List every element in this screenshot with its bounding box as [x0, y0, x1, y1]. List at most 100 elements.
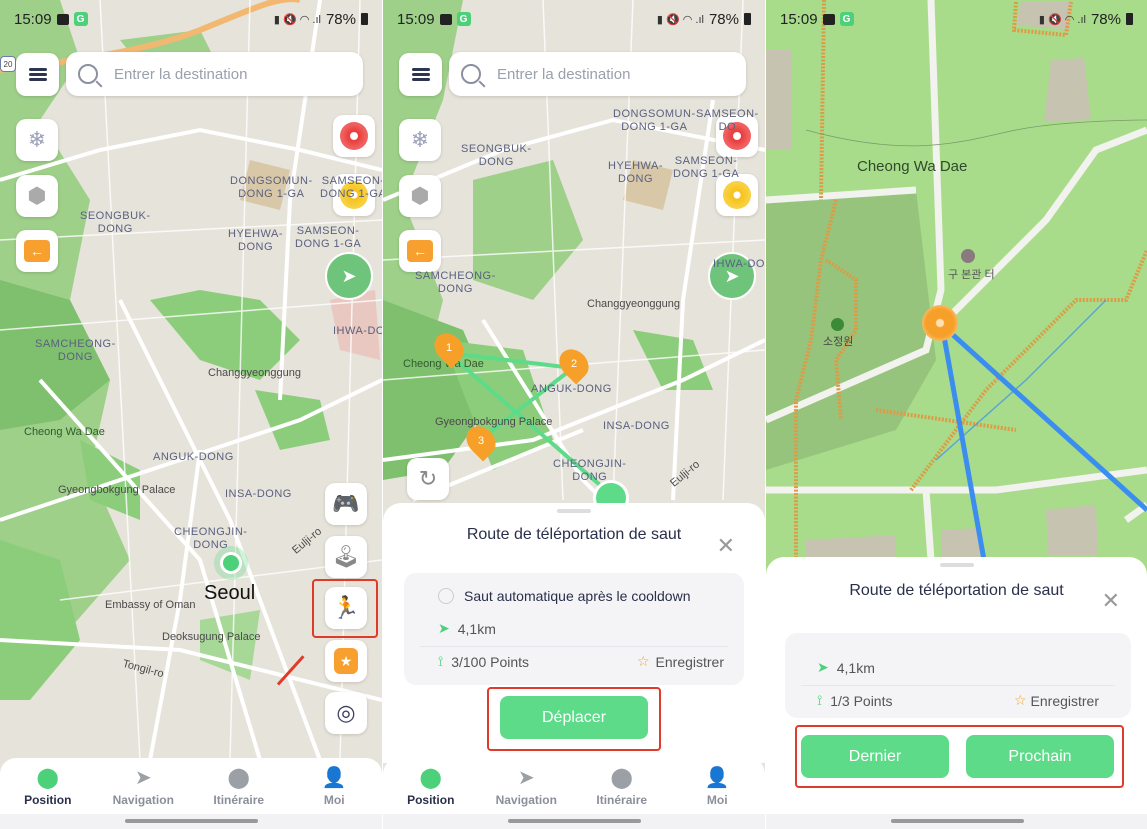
import-gpx-button[interactable]: ←	[399, 230, 441, 272]
tab-moi[interactable]: 👤 Moi	[670, 758, 766, 814]
tab-moi[interactable]: 👤 Moi	[287, 758, 383, 814]
battery-level: 78%	[1090, 10, 1121, 28]
pokeball-red-button[interactable]	[333, 115, 375, 157]
sheet-title: Route de téléportation de saut	[466, 526, 682, 543]
status-bar: 15:09 G ▮ 🔇 ◠ .ıl 78%	[397, 8, 751, 30]
highlight-box	[487, 687, 661, 751]
home-indicator	[383, 814, 765, 829]
tab-position[interactable]: ⬤ Position	[0, 758, 96, 814]
route-info-card: Saut automatique après le cooldown ➤ 4,1k…	[404, 573, 744, 685]
snowflake-icon: ❄	[410, 127, 430, 152]
tab-navigation[interactable]: ➤ Navigation	[479, 758, 575, 814]
current-location-marker	[214, 546, 248, 580]
direction-arrow-icon: ➤	[817, 659, 829, 675]
tab-itineraire[interactable]: ⬤ Itinéraire	[191, 758, 287, 814]
current-location-marker	[922, 305, 958, 341]
system-icons: ▮ 🔇 ◠ .ıl	[273, 13, 321, 26]
map-label: ANGUK-DONG	[531, 383, 612, 395]
destination-search[interactable]: Entrer la destination	[66, 52, 363, 96]
poi-label: Changgyeonggung	[208, 367, 301, 379]
undo-button[interactable]: ↻	[407, 458, 449, 500]
auto-jump-radio[interactable]	[438, 588, 454, 604]
tab-navigation[interactable]: ➤ Navigation	[96, 758, 192, 814]
sheet-handle[interactable]	[939, 563, 974, 567]
star-icon[interactable]: ☆	[1014, 692, 1027, 709]
status-time: 15:09	[14, 10, 52, 28]
route-points: 3/100 Points	[451, 653, 530, 670]
status-time: 15:09	[397, 10, 435, 28]
pokestop-button[interactable]: ⬢	[399, 175, 441, 217]
star-icon[interactable]: ☆	[637, 653, 650, 670]
battery-icon	[1126, 13, 1133, 25]
undo-icon: ↻	[418, 466, 438, 491]
highlight-box	[312, 579, 378, 638]
search-input[interactable]: Entrer la destination	[497, 66, 630, 83]
compass-button[interactable]: ➤	[325, 252, 373, 300]
system-icons: ▮ 🔇 ◠ .ıl	[656, 13, 704, 26]
user-icon: 👤	[704, 766, 730, 789]
tab-label: Navigation	[112, 793, 174, 807]
map-label: INSA-DONG	[603, 420, 670, 432]
auto-jump-option[interactable]: Saut automatique après le cooldown	[404, 588, 744, 604]
location-pin-icon: ⬤	[419, 766, 442, 789]
battery-level: 78%	[325, 10, 356, 28]
locate-me-button[interactable]: ◎	[325, 692, 367, 734]
tab-itineraire[interactable]: ⬤ Itinéraire	[574, 758, 670, 814]
joystick-button[interactable]: 🕹	[325, 536, 367, 578]
tab-label: Moi	[706, 793, 728, 807]
map-label: ANGUK-DONG	[153, 451, 234, 463]
gamepad-button[interactable]: 🎮	[325, 483, 367, 525]
route-points: 1/3 Points	[830, 692, 893, 709]
menu-button[interactable]	[399, 53, 442, 96]
rewards-button[interactable]: ★	[325, 640, 367, 682]
menu-button[interactable]	[16, 53, 59, 96]
home-indicator	[766, 814, 1147, 829]
hamburger-icon	[411, 66, 430, 84]
map-label: IHWA-DO	[333, 325, 382, 337]
search-input[interactable]: Entrer la destination	[114, 66, 247, 83]
map-label: SAMCHEONG- DONG	[35, 338, 116, 363]
poi-label: 소정원	[823, 336, 854, 348]
save-route-button[interactable]: Enregistrer	[1031, 693, 1099, 709]
folder-back-icon: ←	[407, 240, 433, 262]
tab-label: Position	[407, 793, 455, 807]
distance-row: ➤ 4,1km	[404, 620, 744, 637]
close-icon[interactable]: ✕	[717, 533, 735, 559]
divider	[420, 646, 728, 647]
city-label: Seoul	[204, 582, 256, 604]
save-route-button[interactable]: Enregistrer	[656, 654, 724, 670]
pokestop-button[interactable]: ⬢	[16, 175, 58, 217]
route-sheet: Route de téléportation de saut ✕ ➤ 4,1km …	[766, 557, 1147, 814]
search-icon	[461, 64, 481, 84]
import-gpx-button[interactable]: ←	[16, 230, 58, 272]
bottom-tab-bar: ⬤ Position ➤ Navigation ⬤ Itinéraire 👤 Moi	[383, 758, 765, 814]
direction-arrow-icon: ➤	[438, 620, 450, 636]
destination-search[interactable]: Entrer la destination	[449, 52, 746, 96]
battery-icon	[361, 13, 368, 25]
status-time: 15:09	[780, 10, 818, 28]
hamburger-icon	[28, 66, 47, 84]
app-notification-icon: G	[839, 12, 854, 26]
poi-label: Changgyeonggung	[587, 298, 680, 310]
status-bar: 15:09 G ▮ 🔇 ◠ .ıl 78%	[14, 8, 368, 30]
freeze-button[interactable]: ❄	[16, 119, 58, 161]
poi-label: Embassy of Oman	[105, 599, 196, 611]
gamepad-icon: 🎮	[332, 491, 360, 516]
close-icon[interactable]: ✕	[1102, 588, 1120, 614]
phone-screen-position: 15:09 G ▮ 🔇 ◠ .ıl 78% 20 Entrer la destina…	[0, 0, 382, 829]
route-points-icon: ⟟	[817, 692, 823, 708]
map-label: SEONGBUK- DONG	[461, 143, 532, 168]
star-badge-icon: ★	[334, 648, 358, 674]
points-row: ⟟ 1/3 Points ☆ Enregistrer	[785, 692, 1131, 709]
home-indicator	[0, 814, 382, 829]
sheet-handle[interactable]	[557, 509, 591, 513]
route-points-icon: ⟟	[438, 653, 444, 669]
gallery-icon	[822, 13, 835, 25]
tab-position[interactable]: ⬤ Position	[383, 758, 479, 814]
tab-label: Moi	[323, 793, 345, 807]
highlight-box	[795, 725, 1124, 788]
map-label: SAMSEON- DONG 1-GA	[673, 155, 740, 180]
system-icons: ▮ 🔇 ◠ .ıl	[1038, 13, 1086, 26]
freeze-button[interactable]: ❄	[399, 119, 441, 161]
poi-label: Gyeongbokgung Palace	[435, 416, 553, 428]
